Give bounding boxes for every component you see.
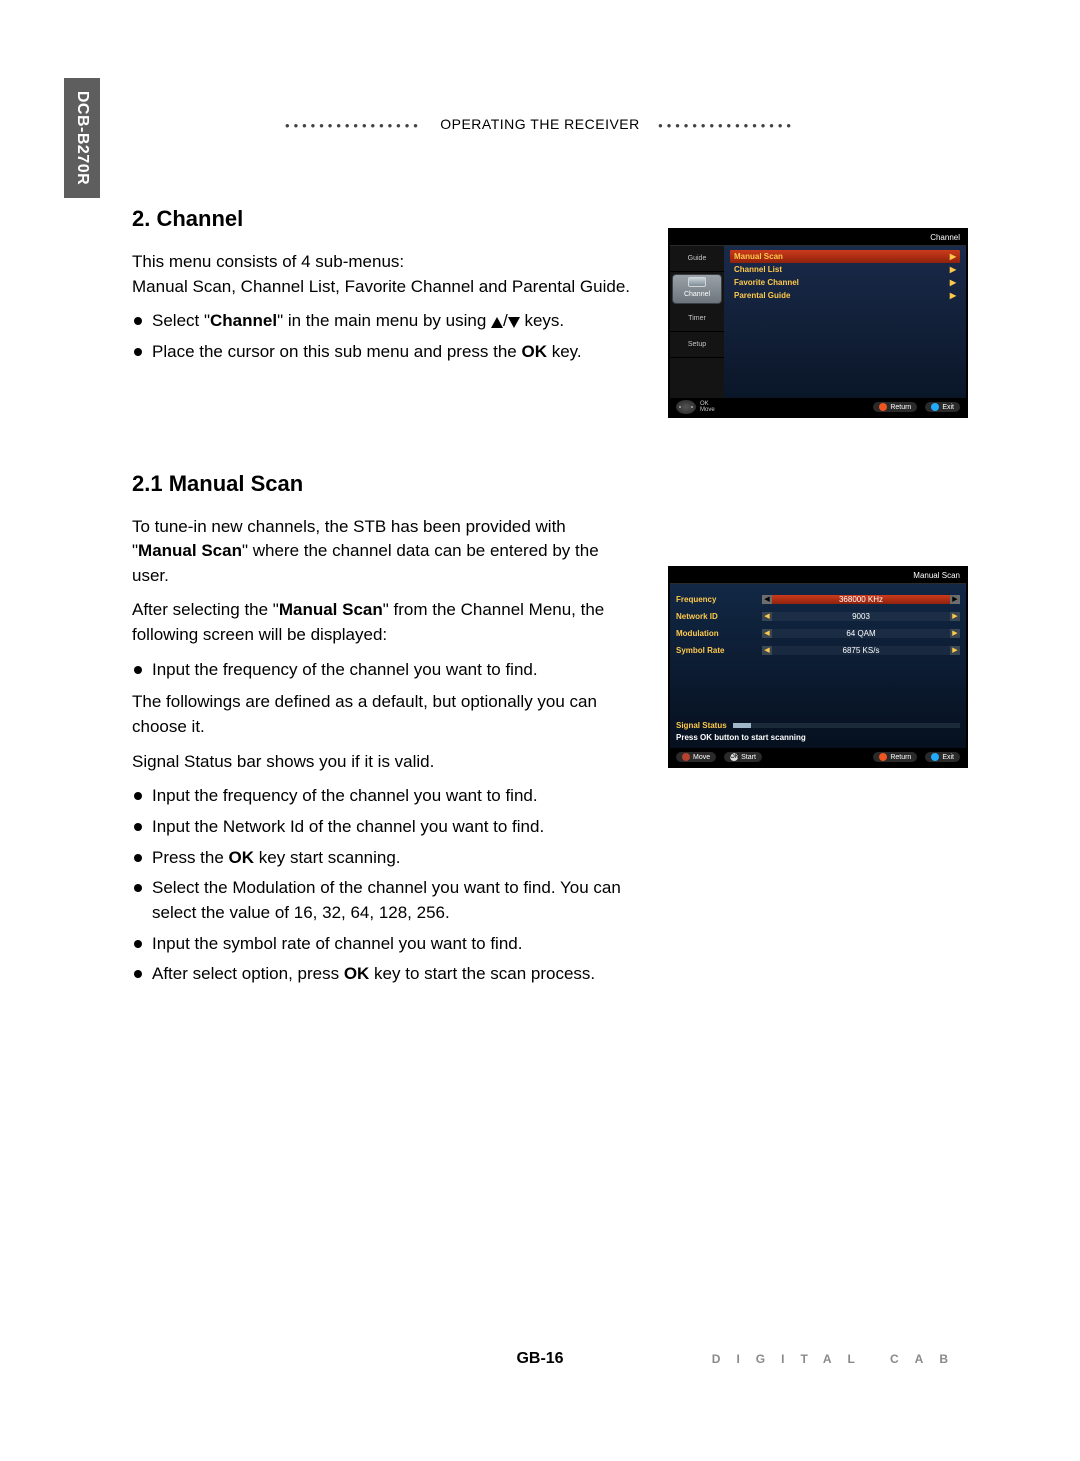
- section-2-intro: This menu consists of 4 sub-menus: Manua…: [132, 250, 632, 299]
- chevron-right-icon[interactable]: ▶: [950, 595, 960, 604]
- shot2-return-pill[interactable]: Return: [873, 752, 917, 762]
- shot2-footer: Move OKStart Return Exit: [670, 748, 966, 766]
- section-2-1-p2: After selecting the "Manual Scan" from t…: [132, 598, 632, 647]
- section-2-bullets: Select "Channel" in the main menu by usi…: [132, 309, 632, 364]
- section-2-1-b2: Input the frequency of the channel you w…: [132, 784, 632, 809]
- chevron-right-icon: ▶: [950, 265, 956, 274]
- section-2-1-b1: Input the frequency of the channel you w…: [132, 658, 632, 683]
- section-2-title: 2. Channel: [132, 206, 632, 232]
- shot1-item-favorite-channel[interactable]: Favorite Channel▶: [730, 276, 960, 289]
- shot1-tab-timer[interactable]: Timer: [670, 306, 724, 332]
- section-2-1-title: 2.1 Manual Scan: [132, 471, 632, 497]
- nav-pad-icon: [676, 400, 696, 414]
- shot1-item-channel-list[interactable]: Channel List▶: [730, 263, 960, 276]
- up-arrow-icon: [491, 317, 503, 328]
- section-2-1-b6: Input the symbol rate of channel you wan…: [132, 932, 632, 957]
- section-2-1-p1: To tune-in new channels, the STB has bee…: [132, 515, 632, 589]
- shot2-start-pill[interactable]: OKStart: [724, 752, 762, 762]
- section-2-1-p4: Signal Status bar shows you if it is val…: [132, 750, 632, 775]
- chevron-right-icon[interactable]: ▶: [950, 629, 960, 638]
- screenshot-channel-menu: Channel Guide Channel Timer Setup Manual…: [668, 228, 968, 418]
- shot1-item-manual-scan[interactable]: Manual Scan▶: [730, 250, 960, 263]
- chevron-right-icon: ▶: [950, 291, 956, 300]
- shot2-hint: Press OK button to start scanning: [676, 733, 960, 742]
- shot1-title: Channel: [670, 230, 966, 246]
- header-title: OPERATING THE RECEIVER: [440, 116, 640, 132]
- header-dots-left: ••••••••••••••••: [285, 118, 422, 133]
- shot1-side-tabs: Guide Channel Timer Setup: [670, 246, 724, 398]
- section-2-1-p3: The followings are defined as a default,…: [132, 690, 632, 739]
- shot1-tab-setup[interactable]: Setup: [670, 332, 724, 358]
- brand-watermark: DIGITAL CAB: [712, 1352, 964, 1366]
- return-icon: [879, 403, 887, 411]
- shot1-tab-guide[interactable]: Guide: [670, 246, 724, 272]
- model-label: DCB-B270R: [73, 91, 91, 185]
- section-2-1-b4: Press the OK key start scanning.: [132, 846, 632, 871]
- shot2-title: Manual Scan: [670, 568, 966, 584]
- chevron-left-icon[interactable]: ◀: [762, 595, 772, 604]
- signal-bar: [733, 723, 960, 728]
- section-2-1-bullets-b: Input the frequency of the channel you w…: [132, 784, 632, 986]
- chevron-right-icon[interactable]: ▶: [950, 646, 960, 655]
- chevron-left-icon[interactable]: ◀: [762, 612, 772, 621]
- page-number: GB-16: [516, 1350, 563, 1368]
- manual-page: DCB-B270R •••••••••••••••• OPERATING THE…: [56, 56, 1024, 1405]
- page-header: •••••••••••••••• OPERATING THE RECEIVER …: [56, 116, 1024, 133]
- section-2-1-b3: Input the Network Id of the channel you …: [132, 815, 632, 840]
- exit-icon: [931, 753, 939, 761]
- section-2-1-b5: Select the Modulation of the channel you…: [132, 876, 632, 925]
- shot2-row-network-id[interactable]: Network ID ◀9003▶: [676, 609, 960, 623]
- header-dots-right: ••••••••••••••••: [658, 118, 795, 133]
- channel-tab-icon: [688, 277, 706, 287]
- return-icon: [879, 753, 887, 761]
- chevron-right-icon[interactable]: ▶: [950, 612, 960, 621]
- section-2-bullet-1: Select "Channel" in the main menu by usi…: [132, 309, 632, 334]
- content-area: 2. Channel This menu consists of 4 sub-m…: [132, 206, 968, 1315]
- shot1-return-pill[interactable]: Return: [873, 402, 917, 412]
- shot1-tab-channel[interactable]: Channel: [672, 274, 722, 304]
- shot1-footer: OKMove Return Exit: [670, 398, 966, 416]
- shot1-menu-list: Manual Scan▶ Channel List▶ Favorite Chan…: [724, 246, 966, 398]
- shot1-exit-pill[interactable]: Exit: [925, 402, 960, 412]
- chevron-right-icon: ▶: [950, 252, 956, 261]
- model-side-tab: DCB-B270R: [64, 78, 100, 198]
- shot1-item-parental-guide[interactable]: Parental Guide▶: [730, 289, 960, 302]
- section-2-bullet-2: Place the cursor on this sub menu and pr…: [132, 340, 632, 365]
- shot2-row-symbol-rate[interactable]: Symbol Rate ◀6875 KS/s▶: [676, 643, 960, 657]
- section-2-1: 2.1 Manual Scan To tune-in new channels,…: [132, 471, 632, 987]
- chevron-left-icon[interactable]: ◀: [762, 629, 772, 638]
- move-icon: [682, 753, 690, 761]
- section-2-1-bullets-a: Input the frequency of the channel you w…: [132, 658, 632, 683]
- section-2: 2. Channel This menu consists of 4 sub-m…: [132, 206, 632, 365]
- chevron-right-icon: ▶: [950, 278, 956, 287]
- shot2-move-pill[interactable]: Move: [676, 752, 716, 762]
- exit-icon: [931, 403, 939, 411]
- section-2-1-b7: After select option, press OK key to sta…: [132, 962, 632, 987]
- shot2-row-frequency[interactable]: Frequency ◀368000 KHz▶: [676, 592, 960, 606]
- screenshot-manual-scan: Manual Scan Frequency ◀368000 KHz▶ Netwo…: [668, 566, 968, 768]
- chevron-left-icon[interactable]: ◀: [762, 646, 772, 655]
- shot2-signal-status: Signal Status: [676, 721, 960, 730]
- shot2-exit-pill[interactable]: Exit: [925, 752, 960, 762]
- ok-icon: OK: [730, 753, 738, 761]
- down-arrow-icon: [508, 317, 520, 328]
- shot2-row-modulation[interactable]: Modulation ◀64 QAM▶: [676, 626, 960, 640]
- shot1-nav-hint: OKMove: [676, 400, 715, 414]
